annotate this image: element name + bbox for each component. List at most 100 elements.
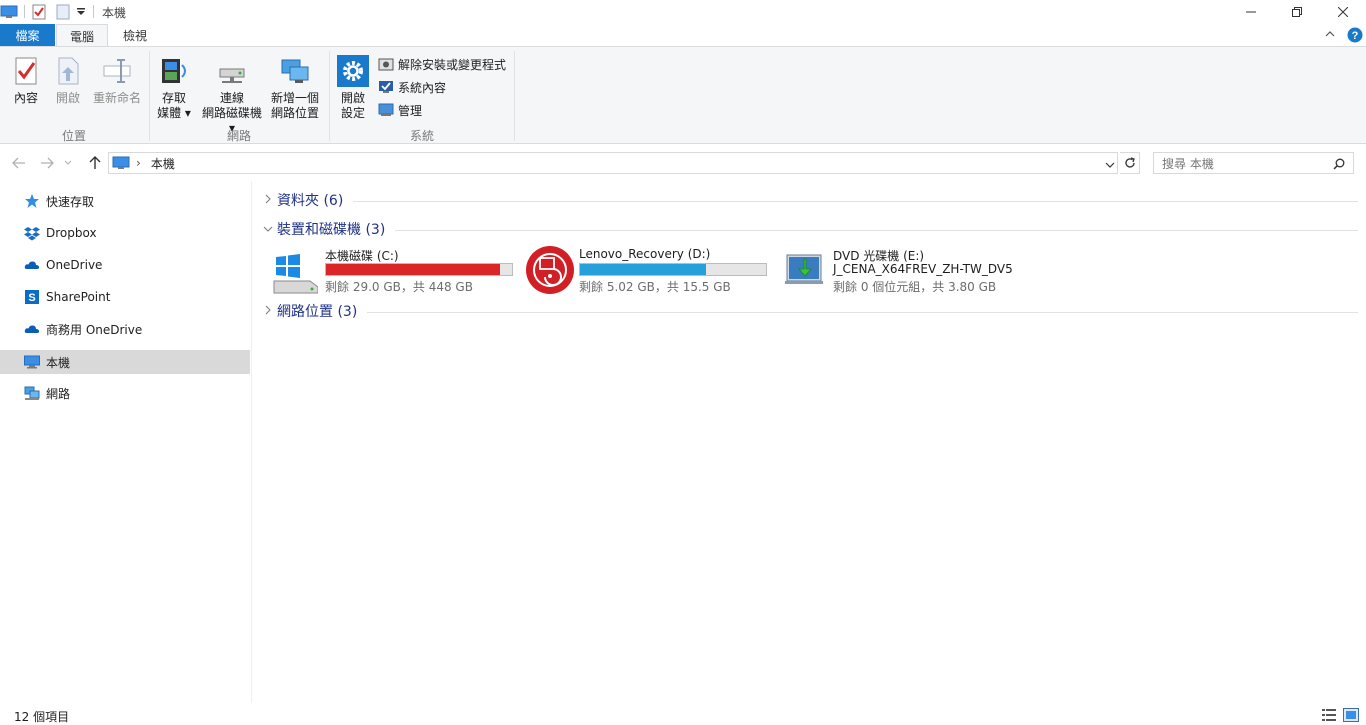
search-input[interactable]: 搜尋 本機 bbox=[1153, 152, 1354, 174]
drive-usage-fill bbox=[580, 264, 706, 275]
chevron-right-icon[interactable] bbox=[261, 194, 275, 207]
help-icon[interactable]: ? bbox=[1347, 27, 1363, 46]
uninstall-icon bbox=[378, 58, 394, 71]
section-divider bbox=[353, 200, 1358, 202]
details-view-icon[interactable] bbox=[1321, 708, 1337, 722]
add-network-location-button[interactable]: 新增一個 網路位置 bbox=[268, 55, 322, 121]
title-bar: 本機 bbox=[0, 0, 1366, 24]
computer-icon bbox=[112, 156, 130, 169]
breadcrumb-path[interactable]: 本機 bbox=[151, 155, 175, 172]
large-icons-view-icon[interactable] bbox=[1343, 708, 1359, 722]
cloud-icon bbox=[24, 325, 40, 333]
refresh-button[interactable] bbox=[1120, 152, 1140, 174]
computer-icon bbox=[24, 355, 40, 369]
new-folder-quick-icon[interactable] bbox=[56, 3, 70, 21]
sidebar-item-label: 商務用 OneDrive bbox=[46, 322, 143, 337]
tab-computer[interactable]: 電腦 bbox=[56, 24, 108, 47]
uninstall-program-button[interactable]: 解除安裝或變更程式 bbox=[378, 54, 506, 74]
svg-text:S: S bbox=[28, 292, 35, 304]
rename-label: 重新命名 bbox=[92, 91, 141, 105]
close-button[interactable] bbox=[1320, 0, 1366, 24]
svg-text:?: ? bbox=[1352, 30, 1359, 42]
sidebar-item-this-pc[interactable]: 本機 bbox=[0, 350, 250, 374]
open-settings-button[interactable]: 開啟 設定 bbox=[334, 55, 372, 121]
ribbon: 內容 開啟 重新命名 位置 存取 媒體 ▾ 連線 網路磁碟機 ▾ 新增一個 網路… bbox=[0, 46, 1366, 144]
drive-free-space: 剩餘 5.02 GB，共 15.5 GB bbox=[579, 280, 731, 294]
drive-e[interactable]: DVD 光碟機 (E:) J_CENA_X64FREV_ZH-TW_DV5 剩餘… bbox=[785, 245, 1045, 297]
section-title: 裝置和磁碟機 (3) bbox=[277, 222, 386, 238]
manage-button[interactable]: 管理 bbox=[378, 100, 422, 120]
location-group-label: 位置 bbox=[61, 129, 86, 143]
address-dropdown-icon[interactable] bbox=[1105, 158, 1115, 172]
search-icon bbox=[1333, 158, 1345, 170]
access-media-label-1: 存取 bbox=[161, 91, 186, 105]
rename-icon bbox=[103, 59, 131, 83]
sidebar-item-label: 網路 bbox=[46, 386, 71, 401]
windows-drive-icon bbox=[273, 254, 318, 294]
computer-icon bbox=[0, 3, 18, 21]
dvd-drive-icon bbox=[785, 254, 823, 284]
open-button[interactable]: 開啟 bbox=[50, 55, 86, 106]
sidebar-item-onedrive-business[interactable]: 商務用 OneDrive bbox=[0, 317, 250, 341]
section-title: 網路位置 (3) bbox=[277, 304, 358, 320]
drive-usage-bar bbox=[579, 263, 767, 276]
dropbox-icon bbox=[24, 227, 40, 241]
chevron-down-icon[interactable] bbox=[261, 223, 275, 236]
system-properties-label: 系統內容 bbox=[398, 80, 447, 95]
drive-c[interactable]: 本機磁碟 (C:) 剩餘 29.0 GB，共 448 GB bbox=[270, 245, 520, 297]
open-icon bbox=[58, 57, 79, 85]
system-properties-button[interactable]: 系統內容 bbox=[378, 77, 446, 97]
sidebar-item-sharepoint[interactable]: S SharePoint bbox=[0, 285, 250, 309]
refresh-icon bbox=[1124, 157, 1135, 168]
section-devices[interactable]: 裝置和磁碟機 (3) bbox=[261, 219, 1358, 239]
map-drive-label-1: 連線 bbox=[219, 91, 244, 105]
section-network-locations[interactable]: 網路位置 (3) bbox=[261, 301, 1358, 321]
sidebar-item-onedrive[interactable]: OneDrive bbox=[0, 253, 250, 277]
chevron-down-icon bbox=[64, 160, 72, 165]
access-media-button[interactable]: 存取 媒體 ▾ bbox=[154, 55, 194, 121]
settings-gear-icon bbox=[337, 55, 369, 87]
star-icon bbox=[25, 194, 39, 208]
open-settings-label-2: 設定 bbox=[340, 106, 365, 120]
address-bar[interactable]: › 本機 bbox=[108, 152, 1118, 174]
rename-button[interactable]: 重新命名 bbox=[90, 55, 144, 106]
restore-button[interactable] bbox=[1274, 0, 1320, 24]
section-folders[interactable]: 資料夾 (6) bbox=[261, 190, 1358, 210]
minimize-button[interactable] bbox=[1228, 0, 1274, 24]
forward-button[interactable] bbox=[38, 154, 56, 172]
sidebar-item-label: 本機 bbox=[46, 355, 71, 370]
open-label: 開啟 bbox=[55, 91, 80, 105]
breadcrumb-separator-icon[interactable]: › bbox=[136, 156, 141, 170]
properties-button[interactable]: 內容 bbox=[8, 55, 44, 106]
section-divider bbox=[395, 229, 1358, 231]
properties-label: 內容 bbox=[13, 91, 38, 105]
recent-locations-button[interactable] bbox=[62, 154, 74, 172]
sidebar-item-network[interactable]: 網路 bbox=[0, 381, 250, 405]
manage-icon bbox=[378, 103, 394, 116]
system-group-label: 系統 bbox=[409, 129, 434, 143]
map-network-drive-button[interactable]: 連線 網路磁碟機 ▾ bbox=[198, 55, 266, 136]
network-icon bbox=[24, 386, 40, 400]
drive-d[interactable]: Lenovo_Recovery (D:) 剩餘 5.02 GB，共 15.5 G… bbox=[525, 245, 775, 297]
drive-volume-label: J_CENA_X64FREV_ZH-TW_DV5 bbox=[833, 262, 1013, 276]
collapse-ribbon-icon[interactable] bbox=[1324, 28, 1336, 43]
sharepoint-icon: S bbox=[25, 290, 39, 304]
sidebar-item-quick-access[interactable]: 快速存取 bbox=[0, 189, 250, 213]
system-properties-icon bbox=[379, 81, 393, 93]
chevron-right-icon[interactable] bbox=[261, 305, 275, 318]
tab-view[interactable]: 檢視 bbox=[110, 24, 160, 46]
up-button[interactable] bbox=[86, 154, 104, 172]
sidebar-item-dropbox[interactable]: Dropbox bbox=[0, 221, 250, 245]
navigation-bar: › 本機 搜尋 本機 bbox=[0, 145, 1366, 181]
lenovo-recovery-icon bbox=[526, 246, 574, 294]
open-settings-label-1: 開啟 bbox=[340, 91, 365, 105]
tab-file[interactable]: 檔案 bbox=[0, 24, 55, 46]
forward-arrow-icon bbox=[41, 157, 54, 169]
properties-quick-icon[interactable] bbox=[32, 3, 46, 21]
media-icon bbox=[162, 59, 186, 83]
customize-quick-access-icon[interactable] bbox=[76, 3, 86, 21]
drive-usage-fill bbox=[326, 264, 500, 275]
network-location-icon bbox=[281, 59, 309, 83]
manage-label: 管理 bbox=[398, 103, 423, 118]
back-button[interactable] bbox=[10, 154, 28, 172]
